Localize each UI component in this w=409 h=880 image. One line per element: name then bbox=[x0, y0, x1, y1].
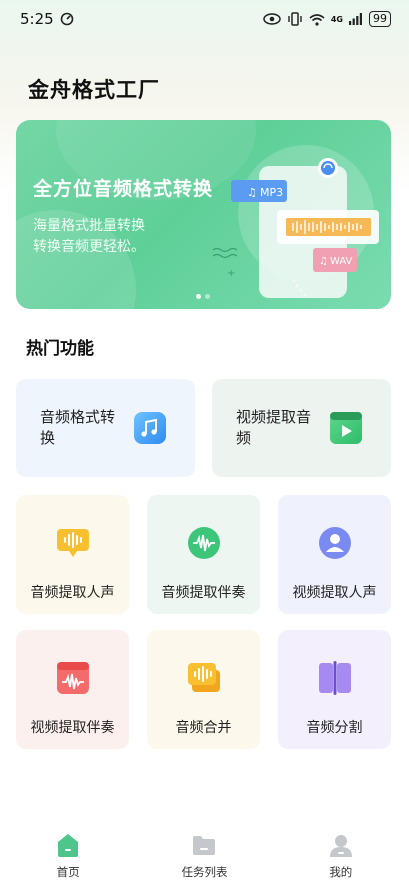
svg-text:+: + bbox=[227, 268, 235, 279]
audio-extract-accompaniment-card[interactable]: 音频提取伴奏 bbox=[147, 495, 260, 614]
profile-icon bbox=[329, 835, 352, 857]
section-title: 热门功能 bbox=[26, 339, 94, 359]
vibrate-icon bbox=[288, 12, 302, 26]
nav-label: 我的 bbox=[329, 865, 353, 879]
audio-merge-card[interactable]: 音频合并 bbox=[147, 630, 260, 749]
music-note-icon bbox=[134, 412, 166, 444]
nav-item-profile[interactable]: 我的 bbox=[291, 832, 391, 880]
feature-label: 视频提取伴奏 bbox=[30, 720, 115, 736]
app-title: 金舟格式工厂 bbox=[28, 78, 160, 102]
mp3-tag: MP3 bbox=[260, 186, 283, 199]
speedometer-icon bbox=[60, 12, 73, 26]
signal-label: 4G bbox=[330, 14, 343, 24]
split-icon bbox=[318, 661, 351, 695]
status-bar: 5:25 4G 99 bbox=[0, 0, 409, 38]
voice-wave-icon bbox=[56, 529, 89, 557]
cell-signal-icon bbox=[349, 13, 362, 25]
audio-split-card[interactable]: 音频分割 bbox=[278, 630, 391, 749]
wav-tag: WAV bbox=[330, 256, 353, 267]
banner-subtitle-line: 海量格式批量转换 bbox=[33, 218, 145, 234]
video-extract-audio-card[interactable]: 视频提取音频 bbox=[212, 379, 391, 477]
feature-label: 音频提取伴奏 bbox=[161, 585, 246, 601]
audio-format-convert-card[interactable]: 音频格式转换 bbox=[16, 379, 195, 477]
person-icon bbox=[318, 527, 351, 559]
folder-icon bbox=[193, 836, 216, 855]
wifi-icon bbox=[309, 13, 325, 26]
accompaniment-wave-icon bbox=[187, 527, 220, 559]
nav-label: 任务列表 bbox=[181, 865, 228, 879]
banner-title: 全方位音频格式转换 bbox=[33, 178, 214, 200]
status-time: 5:25 bbox=[20, 10, 54, 28]
carousel-dot bbox=[205, 294, 210, 299]
video-extract-vocal-card[interactable]: 视频提取人声 bbox=[278, 495, 391, 614]
feature-label: 音频合并 bbox=[175, 720, 232, 736]
feature-label: 视频提取音频 bbox=[236, 408, 312, 447]
feature-label: 音频格式转换 bbox=[40, 408, 116, 447]
feature-label: 音频分割 bbox=[306, 720, 363, 736]
bottom-nav: 首页 任务列表 我的 bbox=[0, 820, 409, 880]
battery-indicator: 99 bbox=[369, 11, 391, 27]
nav-label: 首页 bbox=[56, 865, 80, 879]
feature-label: 视频提取人声 bbox=[292, 585, 377, 601]
video-extract-accompaniment-card[interactable]: 视频提取伴奏 bbox=[16, 630, 129, 749]
home-icon bbox=[58, 834, 79, 857]
carousel-dot bbox=[196, 294, 201, 299]
video-wave-icon bbox=[56, 662, 89, 694]
audio-convert-illustration: ♫ MP3 ♫ WAV + bbox=[212, 145, 379, 298]
banner-subtitle: 海量格式批量转换 转换音频更轻松。 bbox=[33, 216, 213, 258]
nav-item-home[interactable]: 首页 bbox=[18, 832, 118, 880]
carousel-indicator bbox=[196, 294, 210, 299]
svg-text:♫: ♫ bbox=[319, 256, 328, 267]
video-play-icon bbox=[330, 412, 362, 444]
merge-icon bbox=[187, 663, 220, 692]
audio-extract-vocal-card[interactable]: 音频提取人声 bbox=[16, 495, 129, 614]
banner-subtitle-line: 转换音频更轻松。 bbox=[33, 239, 145, 255]
svg-text:♫: ♫ bbox=[247, 186, 257, 199]
promo-banner[interactable]: 全方位音频格式转换 海量格式批量转换 转换音频更轻松。 ♫ MP3 ♫ WAV bbox=[16, 120, 391, 309]
eye-icon bbox=[263, 13, 281, 25]
nav-item-tasks[interactable]: 任务列表 bbox=[154, 832, 254, 880]
feature-label: 音频提取人声 bbox=[30, 585, 115, 601]
